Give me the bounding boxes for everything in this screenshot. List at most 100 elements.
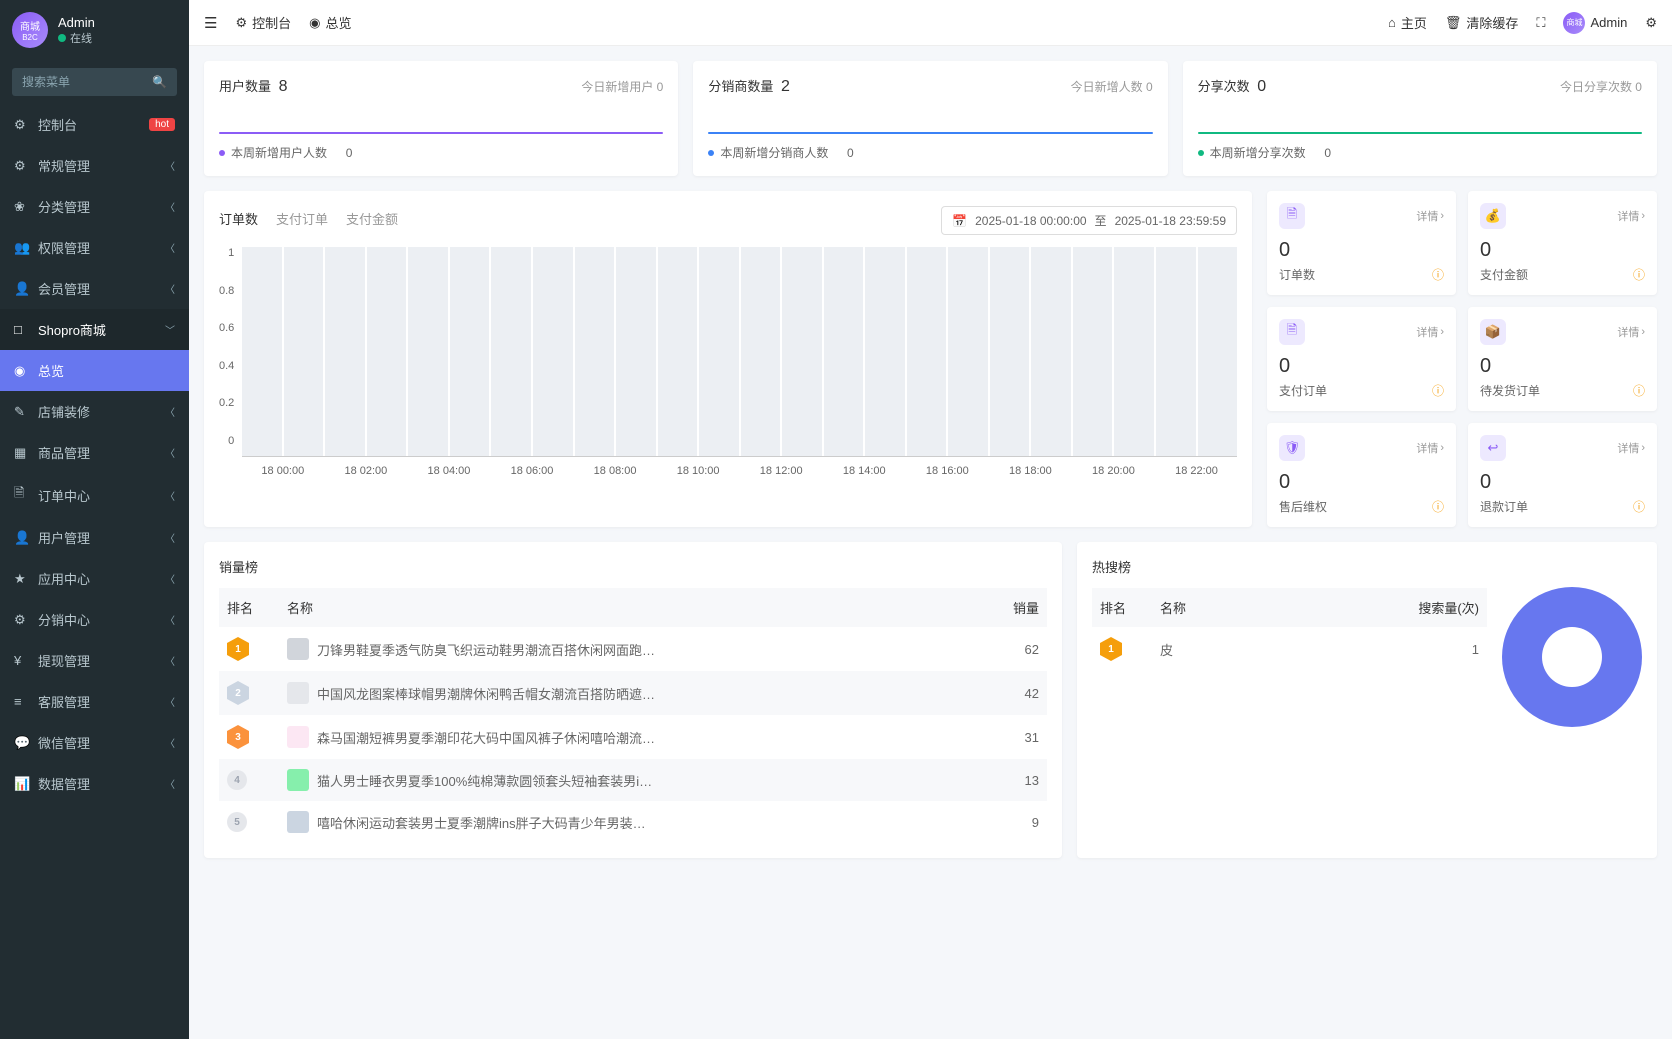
bar <box>575 247 615 456</box>
menu-toggle-icon[interactable]: ☰ <box>204 14 217 32</box>
menu-icon: ▦ <box>14 445 30 461</box>
sidebar-item-数据管理[interactable]: 📊数据管理〈 <box>0 763 189 804</box>
chevron-left-icon: 〈 <box>165 158 175 173</box>
table-row[interactable]: 4猫人男士睡衣男夏季100%纯棉薄款圆领套头短袖套装男ins潮休闲运动...13 <box>219 759 1047 801</box>
panel-title: 热搜榜 <box>1092 557 1487 576</box>
bar <box>699 247 739 456</box>
sidebar-item-订单中心[interactable]: 🗎订单中心〈 <box>0 473 189 517</box>
sidebar-item-商品管理[interactable]: ▦商品管理〈 <box>0 432 189 473</box>
product-name: 嘻哈休闲运动套装男士夏季潮牌ins胖子大码青少年男装短裤短袖t恤 <box>317 813 657 832</box>
warning-icon: ⓘ <box>1633 498 1645 515</box>
tab-paid-amount[interactable]: 支付金额 <box>346 209 398 232</box>
detail-link[interactable]: 详情 › <box>1416 440 1444 456</box>
header-icon: ◉ <box>309 15 320 31</box>
user-status: 在线 <box>58 30 95 46</box>
menu-icon: □ <box>14 322 30 337</box>
detail-link[interactable]: 详情 › <box>1617 324 1645 340</box>
sidebar-item-用户管理[interactable]: 👤用户管理〈 <box>0 517 189 558</box>
bar <box>1156 247 1196 456</box>
menu-icon: 👤 <box>14 530 30 546</box>
header-action[interactable]: 商城Admin <box>1563 12 1627 34</box>
bar <box>408 247 448 456</box>
sidebar-item-控制台[interactable]: ⚙控制台hot <box>0 104 189 145</box>
sidebar-item-总览[interactable]: ◉总览 <box>0 350 189 391</box>
footer-value: 0 <box>1324 146 1331 160</box>
menu-label: 应用中心 <box>38 569 165 588</box>
tab-paid-orders[interactable]: 支付订单 <box>276 209 328 232</box>
bar <box>782 247 822 456</box>
sidebar-item-客服管理[interactable]: ≡客服管理〈 <box>0 681 189 722</box>
stat-value: 0 <box>1480 355 1645 378</box>
dot-icon <box>219 150 225 156</box>
table-row[interactable]: 5嘻哈休闲运动套装男士夏季潮牌ins胖子大码青少年男装短裤短袖t恤9 <box>219 801 1047 843</box>
sidebar-item-应用中心[interactable]: ★应用中心〈 <box>0 558 189 599</box>
tab-orders[interactable]: 订单数 <box>219 209 258 232</box>
stat-label: 待发货订单 <box>1480 382 1540 399</box>
chart-tabs: 订单数 支付订单 支付金额 📅 2025-01-18 00:00:00 至 20… <box>219 206 1237 235</box>
sidebar-item-店铺装修[interactable]: ✎店铺装修〈 <box>0 391 189 432</box>
table-row[interactable]: 2中国风龙图案棒球帽男潮牌休闲鸭舌帽女潮流百搭防晒遮阳太阳帽子42 <box>219 671 1047 715</box>
header-action[interactable]: 🗑清除缓存 <box>1445 13 1519 32</box>
main: 用户数量 8今日新增用户 0本周新增用户人数 0分销商数量 2今日新增人数 0本… <box>189 46 1672 873</box>
chevron-left-icon: 〈 <box>165 488 175 503</box>
avatar: 商城 B2C <box>12 12 48 48</box>
header-icon: ⚙ <box>235 15 247 31</box>
menu-icon: 👤 <box>14 281 30 297</box>
detail-link[interactable]: 详情 › <box>1617 440 1645 456</box>
sidebar-item-提现管理[interactable]: ¥提现管理〈 <box>0 640 189 681</box>
rank-badge: 4 <box>227 770 247 790</box>
card-value: 2 <box>781 78 790 95</box>
header-item-总览[interactable]: ◉总览 <box>309 13 351 32</box>
today-label: 今日新增用户 0 <box>581 78 663 95</box>
sidebar-item-会员管理[interactable]: 👤会员管理〈 <box>0 268 189 309</box>
rank-badge: 1 <box>227 637 249 661</box>
sidebar-item-分类管理[interactable]: ❀分类管理〈 <box>0 186 189 227</box>
bar <box>533 247 573 456</box>
chevron-left-icon: 〈 <box>165 240 175 255</box>
sidebar-item-微信管理[interactable]: 💬微信管理〈 <box>0 722 189 763</box>
detail-link[interactable]: 详情 › <box>1416 324 1444 340</box>
stat-icon: 🗎 <box>1279 319 1305 345</box>
table-row[interactable]: 1刀锋男鞋夏季透气防臭飞织运动鞋男潮流百搭休闲网面跑步鞋大码4662 <box>219 627 1047 671</box>
menu-label: 会员管理 <box>38 279 165 298</box>
table-row[interactable]: 1皮1 <box>1092 627 1487 671</box>
menu-label: 订单中心 <box>38 486 165 505</box>
detail-link[interactable]: 详情 › <box>1416 208 1444 224</box>
bar <box>616 247 656 456</box>
chevron-left-icon: 〈 <box>165 653 175 668</box>
footer-value: 0 <box>847 146 854 160</box>
y-axis: 10.80.60.40.20 <box>219 247 242 447</box>
sidebar: 商城 B2C Admin 在线 🔍 ⚙控制台hot⚙常规管理〈❀分类管理〈👥权限… <box>0 0 189 1039</box>
chevron-right-icon: › <box>1641 210 1645 222</box>
sidebar-item-Shopro商城[interactable]: □Shopro商城﹀ <box>0 309 189 350</box>
sidebar-item-分销中心[interactable]: ⚙分销中心〈 <box>0 599 189 640</box>
stat-card: 💰详情 ›0支付金额ⓘ <box>1468 191 1657 295</box>
date-range-picker[interactable]: 📅 2025-01-18 00:00:00 至 2025-01-18 23:59… <box>941 206 1237 235</box>
warning-icon: ⓘ <box>1432 498 1444 515</box>
menu-icon: ⚙ <box>14 612 30 628</box>
menu-label: 提现管理 <box>38 651 165 670</box>
search-icon[interactable]: 🔍 <box>152 75 167 89</box>
warning-icon: ⓘ <box>1432 266 1444 283</box>
product-name: 刀锋男鞋夏季透气防臭飞织运动鞋男潮流百搭休闲网面跑步鞋大码46 <box>317 640 657 659</box>
stat-label: 订单数 <box>1279 266 1315 283</box>
menu-label: 客服管理 <box>38 692 165 711</box>
sidebar-item-常规管理[interactable]: ⚙常规管理〈 <box>0 145 189 186</box>
header-item-控制台[interactable]: ⚙控制台 <box>235 13 291 32</box>
detail-link[interactable]: 详情 › <box>1617 208 1645 224</box>
sales-count: 31 <box>977 715 1047 759</box>
stat-label: 退款订单 <box>1480 498 1528 515</box>
table-row[interactable]: 3森马国潮短裤男夏季潮印花大码中国风裤子休闲嘻哈潮流宽松五分裤31 <box>219 715 1047 759</box>
header-action[interactable]: ⌂主页 <box>1388 13 1427 32</box>
header: ☰ ⚙控制台 ◉总览 ⌂主页 🗑清除缓存 ⛶ 商城Admin ⚙ <box>189 0 1672 46</box>
card-value: 0 <box>1257 78 1266 95</box>
header-icon: 🗑 <box>1445 15 1462 31</box>
stat-grid: 🗎详情 ›0订单数ⓘ💰详情 ›0支付金额ⓘ🗎详情 ›0支付订单ⓘ📦详情 ›0待发… <box>1267 191 1657 527</box>
header-action[interactable]: ⚙ <box>1645 15 1657 31</box>
header-action[interactable]: ⛶ <box>1536 15 1545 31</box>
search-count: 1 <box>1397 627 1487 671</box>
stat-card: 🗎详情 ›0订单数ⓘ <box>1267 191 1456 295</box>
rank-badge: 2 <box>227 681 249 705</box>
menu-icon: 📊 <box>14 776 30 792</box>
sidebar-item-权限管理[interactable]: 👥权限管理〈 <box>0 227 189 268</box>
